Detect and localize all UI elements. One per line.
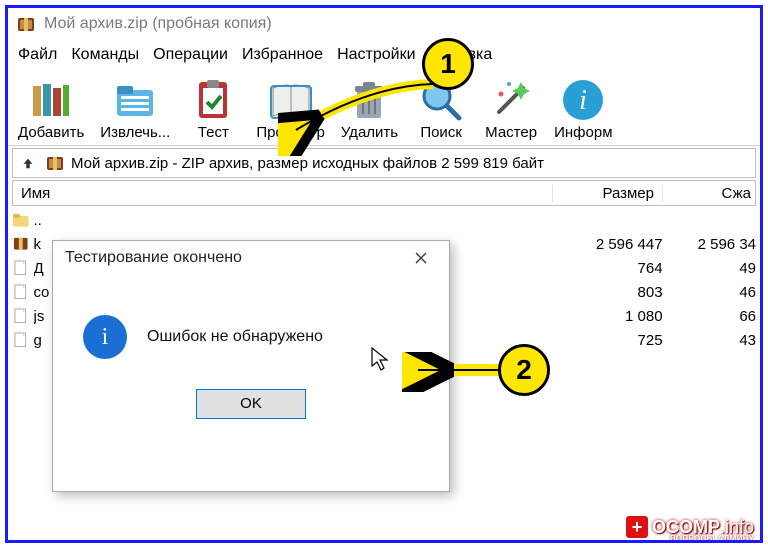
winrar-icon — [16, 14, 36, 34]
path-text[interactable]: Мой архив.zip - ZIP архив, размер исходн… — [71, 155, 544, 172]
wand-icon — [487, 76, 535, 124]
col-name[interactable]: Имя — [13, 185, 553, 202]
file-icon — [12, 283, 30, 301]
col-size[interactable]: Размер — [553, 185, 663, 202]
file-icon — [12, 307, 30, 325]
dialog-message: Ошибок не обнаружено — [147, 328, 323, 346]
archive-icon — [45, 153, 65, 173]
list-item[interactable]: .. — [12, 208, 756, 232]
callout-1: 1 — [422, 38, 474, 90]
extract-label: Извлечь... — [100, 124, 170, 141]
up-button[interactable] — [17, 152, 39, 174]
watermark-text: OCOMP.info ВОПРОСЫ АДМИНУ — [652, 518, 754, 536]
callout-arrow-2 — [402, 352, 512, 392]
menu-options[interactable]: Настройки — [333, 44, 419, 66]
updir-icon — [12, 211, 30, 229]
clipboard-check-icon — [189, 76, 237, 124]
add-button[interactable]: Добавить — [10, 74, 92, 143]
info-label: Информ — [554, 124, 612, 141]
file-icon — [12, 259, 30, 277]
wizard-label: Мастер — [485, 124, 537, 141]
col-packed[interactable]: Сжа — [663, 185, 755, 202]
title-bar: Мой архив.zip (пробная копия) — [8, 8, 760, 40]
file-icon — [12, 331, 30, 349]
test-button[interactable]: Тест — [178, 74, 248, 143]
column-headers: Имя Размер Сжа — [12, 180, 756, 206]
test-result-dialog: Тестирование окончено i Ошибок не обнару… — [52, 240, 450, 492]
callout-2: 2 — [498, 344, 550, 396]
books-icon — [27, 76, 75, 124]
close-button[interactable] — [401, 244, 441, 272]
dialog-title-text: Тестирование окончено — [65, 249, 242, 267]
callout-arrow-1 — [278, 66, 448, 156]
info-circle-icon: i — [83, 315, 127, 359]
svg-text:i: i — [579, 85, 587, 116]
menu-tools[interactable]: Операции — [149, 44, 232, 66]
info-button[interactable]: i Информ — [546, 74, 620, 143]
folder-open-icon — [111, 76, 159, 124]
menu-fav[interactable]: Избранное — [238, 44, 327, 66]
extract-button[interactable]: Извлечь... — [92, 74, 178, 143]
menu-commands[interactable]: Команды — [67, 44, 143, 66]
watermark: + OCOMP.info ВОПРОСЫ АДМИНУ — [620, 514, 760, 540]
plus-icon: + — [626, 516, 648, 538]
test-label: Тест — [198, 124, 229, 141]
dialog-titlebar: Тестирование окончено — [53, 241, 449, 275]
window-title: Мой архив.zip (пробная копия) — [44, 15, 272, 33]
info-icon: i — [559, 76, 607, 124]
archive-small-icon — [12, 235, 30, 253]
wizard-button[interactable]: Мастер — [476, 74, 546, 143]
ok-button[interactable]: OK — [196, 389, 306, 419]
menu-file[interactable]: Файл — [14, 44, 61, 66]
add-label: Добавить — [18, 124, 84, 141]
